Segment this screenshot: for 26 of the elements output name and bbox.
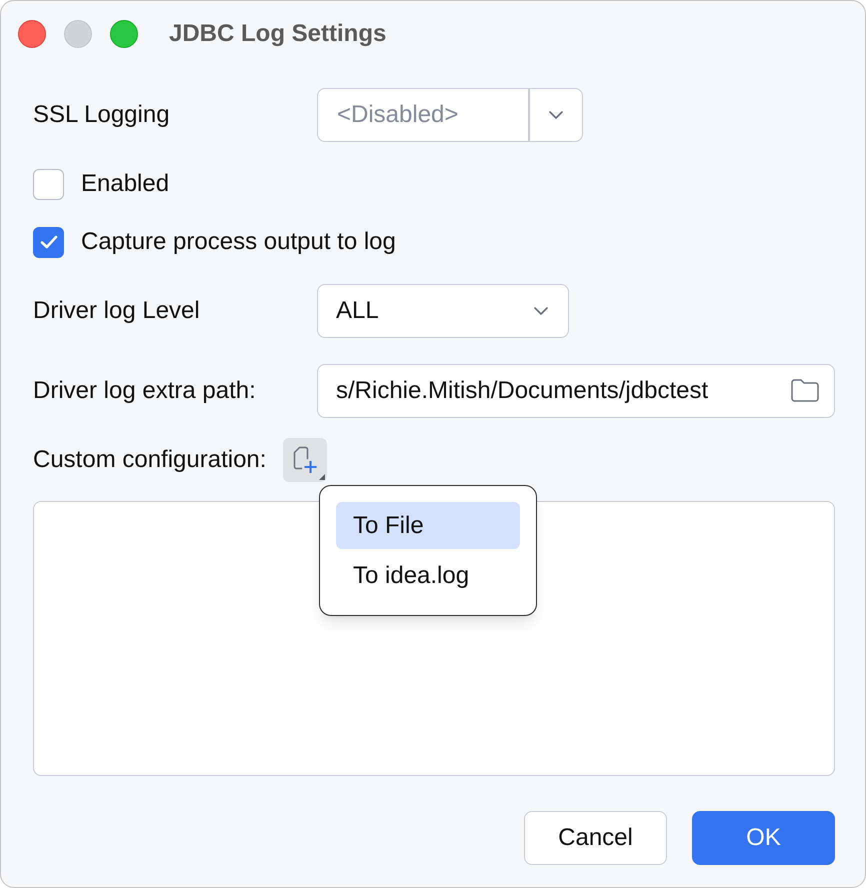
window-title: JDBC Log Settings (169, 19, 386, 49)
check-icon (40, 235, 58, 249)
field-label: Driver log extra path: (33, 376, 257, 406)
log-level-dropdown[interactable]: ALL (317, 284, 569, 338)
field-label: Driver log Level (33, 296, 201, 326)
add-configuration-button[interactable] (283, 438, 328, 482)
cancel-button[interactable]: Cancel (524, 811, 667, 865)
chevron-down-icon (549, 111, 563, 119)
checkbox[interactable] (33, 168, 64, 200)
close-button[interactable] (18, 20, 46, 48)
menu-item[interactable]: To idea.log (336, 552, 520, 599)
zoom-button[interactable] (110, 20, 138, 48)
file-plus-icon (293, 446, 318, 474)
dropdown-triangle-icon (319, 474, 326, 480)
menu-item[interactable]: To File (336, 502, 520, 549)
checkbox-label: Capture process output to log (81, 227, 396, 257)
path-field[interactable]: s/Richie.Mitish/Documents/jdbctest (317, 364, 835, 418)
field-label: SSL Logging (33, 100, 171, 130)
checkbox[interactable] (33, 226, 64, 258)
dropdown-button[interactable] (529, 88, 583, 142)
field-label: Custom configuration: (33, 445, 266, 475)
folder-icon[interactable] (791, 379, 819, 402)
checkbox-label: Enabled (81, 169, 170, 199)
ssl-logging-field[interactable]: <Disabled> (317, 88, 529, 142)
chevron-down-icon (534, 307, 548, 315)
ok-button[interactable]: OK (692, 811, 835, 865)
